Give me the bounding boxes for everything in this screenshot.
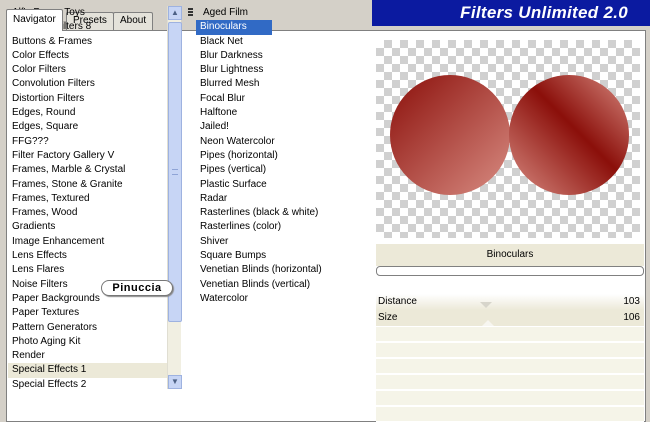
title-banner: Filters Unlimited 2.0: [372, 0, 650, 26]
size-value: 106: [623, 312, 640, 323]
filter-name-label: Binoculars: [376, 244, 644, 266]
filter-item[interactable]: Jailed!: [196, 120, 366, 134]
category-item[interactable]: Frames, Wood: [8, 206, 168, 220]
filter-item[interactable]: Blurred Mesh: [196, 77, 366, 91]
filter-item[interactable]: Venetian Blinds (horizontal): [196, 263, 366, 277]
category-item[interactable]: Gradients: [8, 220, 168, 234]
category-item[interactable]: Frames, Textured: [8, 192, 168, 206]
grip-icon: [172, 169, 178, 175]
scroll-thumb[interactable]: [168, 22, 182, 322]
binoculars-preview-image: [390, 75, 629, 195]
filter-item[interactable]: Pipes (horizontal): [196, 149, 366, 163]
empty-param-row: [376, 407, 644, 422]
distance-label: Distance: [378, 296, 417, 307]
filter-item[interactable]: Radar: [196, 192, 366, 206]
category-item[interactable]: Filter Factory Gallery V: [8, 149, 168, 163]
filter-item[interactable]: Black Net: [196, 35, 366, 49]
distance-value: 103: [623, 296, 640, 307]
size-param[interactable]: Size 106: [376, 310, 644, 326]
filter-item[interactable]: Watercolor: [196, 292, 366, 306]
tab-navigator[interactable]: Navigator: [6, 9, 63, 31]
category-item[interactable]: Photo Aging Kit: [8, 335, 168, 349]
scroll-up-button[interactable]: ▲: [168, 6, 182, 20]
filter-item[interactable]: Neon Watercolor: [196, 135, 366, 149]
category-item[interactable]: Special Effects 1: [8, 363, 168, 378]
category-item[interactable]: Render: [8, 349, 168, 363]
category-item[interactable]: Special Effects 2: [8, 378, 168, 392]
category-item[interactable]: Buttons & Frames: [8, 35, 168, 49]
filter-item[interactable]: Square Bumps: [196, 249, 366, 263]
category-item[interactable]: Image Enhancement: [8, 235, 168, 249]
filter-item[interactable]: Binoculars: [196, 20, 272, 35]
category-item[interactable]: Color Effects: [8, 49, 168, 63]
distance-param[interactable]: Distance 103: [376, 294, 644, 310]
category-item[interactable]: Edges, Round: [8, 106, 168, 120]
filter-item[interactable]: Aged Film: [196, 6, 366, 20]
category-list: Alf's Power ToysAndrew's Filters 8Button…: [8, 6, 168, 392]
distance-slider-thumb[interactable]: [480, 302, 492, 308]
category-item[interactable]: Edges, Square: [8, 120, 168, 134]
app-title: Filters Unlimited 2.0: [460, 3, 628, 22]
category-item[interactable]: Convolution Filters: [8, 77, 168, 91]
category-item[interactable]: Distortion Filters: [8, 92, 168, 106]
scroll-down-button[interactable]: ▼: [168, 375, 182, 389]
filter-item[interactable]: Halftone: [196, 106, 366, 120]
category-scrollbar[interactable]: ▲ ▼: [167, 6, 182, 389]
category-item[interactable]: Frames, Stone & Granite: [8, 178, 168, 192]
empty-param-row: [376, 375, 644, 390]
filter-item[interactable]: Blur Darkness: [196, 49, 366, 63]
size-label: Size: [378, 312, 398, 323]
empty-param-row: [376, 327, 644, 342]
empty-param-row: [376, 391, 644, 406]
category-item[interactable]: Paper Textures: [8, 306, 168, 320]
filter-item[interactable]: Shiver: [196, 235, 366, 249]
category-item[interactable]: Frames, Marble & Crystal: [8, 163, 168, 177]
filter-item[interactable]: Blur Lightness: [196, 63, 366, 77]
empty-param-row: [376, 343, 644, 358]
filter-item[interactable]: Rasterlines (color): [196, 220, 366, 234]
filter-item[interactable]: Rasterlines (black & white): [196, 206, 366, 220]
category-item[interactable]: Lens Flares: [8, 263, 168, 277]
category-item[interactable]: Pattern Generators: [8, 321, 168, 335]
empty-param-row: [376, 359, 644, 374]
category-item[interactable]: Lens Effects: [8, 249, 168, 263]
size-slider-thumb[interactable]: [482, 320, 494, 326]
watermark-badge: Pinuccia: [101, 280, 173, 296]
category-item[interactable]: FFG???: [8, 135, 168, 149]
filter-item[interactable]: Pipes (vertical): [196, 163, 366, 177]
preview-pane: [376, 40, 640, 238]
progress-bar: [376, 266, 644, 276]
filter-list: Aged Film Binoculars Black Net Blur Darknes…: [196, 6, 366, 306]
filter-item[interactable]: Focal Blur: [196, 92, 366, 106]
filter-group-icon: [188, 8, 194, 18]
category-item[interactable]: Color Filters: [8, 63, 168, 77]
filter-item[interactable]: Venetian Blinds (vertical): [196, 278, 366, 292]
filter-item[interactable]: Plastic Surface: [196, 178, 366, 192]
